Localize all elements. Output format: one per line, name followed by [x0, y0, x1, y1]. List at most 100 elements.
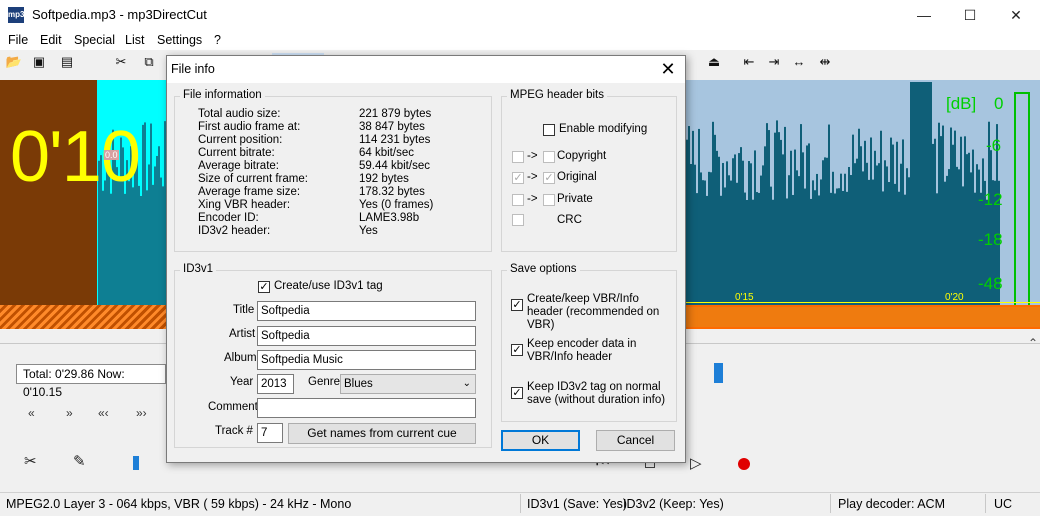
title-input[interactable]: Softpedia: [257, 301, 476, 321]
encoder-data-checkbox[interactable]: ✓: [511, 344, 523, 356]
scissors-icon[interactable]: ✂: [24, 452, 37, 470]
album-input[interactable]: Softpedia Music: [257, 350, 476, 370]
artist-input[interactable]: Softpedia: [257, 326, 476, 346]
menu-special[interactable]: Special: [74, 33, 115, 47]
prev-icon[interactable]: «: [28, 406, 35, 420]
enable-modifying-label: Enable modifying: [559, 123, 648, 135]
waveform-bar: [898, 191, 900, 305]
original-out-checkbox[interactable]: ✓: [543, 172, 555, 184]
waveform-bar: [714, 134, 716, 305]
menu-edit[interactable]: Edit: [40, 33, 62, 47]
window-title: Softpedia.mp3 - mp3DirectCut: [32, 7, 207, 22]
marker-icon[interactable]: ⏏: [705, 53, 723, 71]
save-options-heading: Save options: [507, 263, 580, 275]
file-info-row: ID3v2 header: Yes: [198, 225, 483, 238]
waveform-bar: [810, 198, 812, 305]
status-decoder: Play decoder: ACM: [838, 497, 945, 511]
waveform-bar: [942, 125, 944, 305]
cancel-button[interactable]: Cancel: [596, 430, 675, 451]
save-list-icon[interactable]: ▤: [58, 53, 76, 71]
encoder-data-label: Keep encoder data in VBR/Info header: [527, 338, 637, 363]
waveform-bar: [742, 160, 744, 305]
file-info-row: Size of current frame: 192 bytes: [198, 173, 483, 186]
copy-icon[interactable]: ⧉: [140, 53, 158, 71]
menu-file[interactable]: File: [8, 33, 28, 47]
go-start-icon[interactable]: ⇤: [740, 53, 758, 71]
waveform-bar: [688, 126, 690, 305]
waveform-bar: [786, 198, 788, 305]
close-button[interactable]: ✕: [993, 0, 1039, 30]
menu-settings[interactable]: Settings: [157, 33, 202, 47]
enable-modifying-checkbox[interactable]: [543, 124, 555, 136]
waveform-bar: [950, 127, 952, 305]
year-input[interactable]: 2013: [257, 374, 294, 394]
waveform-bar: [878, 163, 880, 305]
create-id3v1-checkbox[interactable]: ✓: [258, 281, 270, 293]
file-info-row: Total audio size: 221 879 bytes: [198, 108, 483, 121]
waveform-bar: [832, 171, 834, 305]
menu-help[interactable]: ?: [214, 33, 221, 47]
position-slider-thumb[interactable]: [714, 363, 723, 383]
play-icon[interactable]: ▷: [690, 454, 702, 472]
comment-input[interactable]: [257, 398, 476, 418]
cut-icon[interactable]: ✂: [112, 53, 130, 71]
save-icon[interactable]: ▣: [30, 53, 48, 71]
track-input[interactable]: 7: [257, 423, 283, 443]
waveform-bar: [858, 128, 860, 305]
waveform-bar: [856, 158, 858, 305]
file-info-value: 59.44 kbit/sec: [359, 160, 430, 172]
db-scale-18: -18: [978, 230, 1003, 249]
minimize-button[interactable]: —: [901, 0, 947, 30]
waveform-bar: [964, 136, 966, 305]
cue-marker-icon[interactable]: [133, 456, 139, 470]
waveform-bar: [900, 163, 902, 305]
dialog-close-icon[interactable]: ✕: [657, 58, 679, 80]
waveform-bar: [704, 180, 706, 305]
private-out-checkbox[interactable]: [543, 194, 555, 206]
open-folder-icon[interactable]: 📂: [5, 53, 23, 71]
private-in-checkbox[interactable]: [512, 194, 524, 206]
waveform-bar: [818, 195, 820, 305]
shrink-selection-icon[interactable]: ⇹: [816, 53, 834, 71]
next-icon[interactable]: »: [66, 406, 73, 420]
waveform-bar: [750, 163, 752, 305]
next-page-icon[interactable]: »›: [136, 406, 147, 420]
waveform-bar: [850, 175, 852, 305]
waveform-bar: [896, 141, 898, 305]
status-uc: UC: [994, 497, 1013, 511]
waveform-bar: [894, 183, 896, 305]
genre-select[interactable]: Blues ⌄: [340, 374, 476, 394]
go-end-icon[interactable]: ⇥: [765, 53, 783, 71]
waveform-bar: [102, 190, 104, 305]
get-names-button[interactable]: Get names from current cue: [288, 423, 476, 444]
file-info-key: Average bitrate:: [198, 160, 279, 172]
crc-checkbox[interactable]: [512, 214, 524, 226]
waveform-bar: [162, 186, 164, 305]
copyright-out-checkbox[interactable]: [543, 151, 555, 163]
pencil-icon[interactable]: ✎: [73, 452, 86, 470]
waveform-bar: [862, 171, 864, 305]
artist-label: Artist: [229, 328, 256, 340]
keep-id3v2-checkbox[interactable]: ✓: [511, 387, 523, 399]
chevron-up-icon[interactable]: ⌃: [1028, 336, 1038, 350]
original-in-checkbox[interactable]: ✓: [512, 172, 524, 184]
waveform-bar: [152, 184, 154, 305]
waveform-bar: [882, 191, 884, 305]
waveform-bar: [110, 193, 112, 305]
maximize-button[interactable]: ☐: [947, 0, 993, 30]
record-icon[interactable]: [738, 458, 750, 470]
file-info-key: First audio frame at:: [198, 121, 301, 133]
menu-list[interactable]: List: [125, 33, 144, 47]
ok-button[interactable]: OK: [501, 430, 580, 451]
title-label: Title: [233, 304, 255, 316]
waveform-bar: [154, 166, 156, 305]
dialog-title: File info: [171, 62, 215, 76]
vbr-header-checkbox[interactable]: ✓: [511, 299, 523, 311]
waveform-bar: [828, 124, 830, 305]
expand-selection-icon[interactable]: ↔: [790, 53, 808, 71]
prev-page-icon[interactable]: «‹: [98, 406, 109, 420]
waveform-bar: [820, 179, 822, 305]
waveform-bar: [156, 155, 158, 305]
copyright-in-checkbox[interactable]: [512, 151, 524, 163]
db-label: [dB]: [946, 94, 977, 113]
